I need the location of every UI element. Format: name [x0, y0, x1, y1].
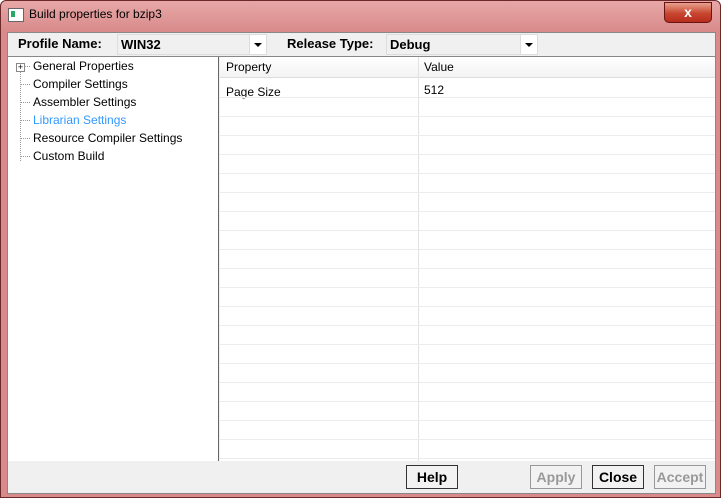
- grid-row-line: [220, 420, 715, 421]
- tree-connector: [20, 138, 30, 139]
- release-type-label: Release Type:: [287, 36, 374, 51]
- column-header-value[interactable]: Value: [424, 60, 454, 74]
- tree-item-compiler-settings[interactable]: Compiler Settings: [33, 75, 128, 93]
- grid-row-line: [220, 154, 715, 155]
- grid-row-line: [220, 439, 715, 440]
- release-type-value: Debug: [390, 37, 431, 52]
- content-panes: + General Properties Compiler Settings A…: [8, 56, 715, 461]
- tree-connector: [20, 84, 30, 85]
- window-app-icon: [8, 8, 24, 22]
- tree-connector: [20, 120, 30, 121]
- button-bar: Help Apply Close Accept: [8, 461, 715, 493]
- release-type-combo[interactable]: Debug: [386, 34, 538, 55]
- grid-row-line: [220, 192, 715, 193]
- value-cell[interactable]: 512: [424, 83, 444, 97]
- grid-row-line: [220, 211, 715, 212]
- settings-tree[interactable]: + General Properties Compiler Settings A…: [8, 57, 219, 461]
- profile-toolbar: Profile Name: WIN32 Release Type: Debug: [8, 33, 715, 55]
- tree-connector: [20, 156, 30, 157]
- build-properties-window: Build properties for bzip3 x Profile Nam…: [0, 0, 721, 498]
- property-grid[interactable]: Property Value Page Size 512: [220, 57, 715, 461]
- apply-button[interactable]: Apply: [530, 465, 582, 489]
- grid-row-line: [220, 268, 715, 269]
- chevron-down-icon[interactable]: [520, 35, 537, 54]
- grid-row-line: [220, 116, 715, 117]
- profile-name-combo[interactable]: WIN32: [117, 34, 267, 55]
- tree-item-assembler-settings[interactable]: Assembler Settings: [33, 93, 136, 111]
- grid-row-line: [220, 344, 715, 345]
- chevron-down-icon[interactable]: [249, 35, 266, 54]
- window-title: Build properties for bzip3: [29, 7, 162, 21]
- profile-name-value: WIN32: [121, 37, 161, 52]
- tree-connector: [20, 102, 30, 103]
- grid-row-line: [220, 230, 715, 231]
- window-close-button[interactable]: x: [664, 2, 712, 23]
- grid-row-line: [220, 325, 715, 326]
- profile-name-label: Profile Name:: [18, 36, 102, 51]
- tree-item-resource-compiler-settings[interactable]: Resource Compiler Settings: [33, 129, 182, 147]
- grid-row-line: [220, 135, 715, 136]
- grid-row-line: [220, 249, 715, 250]
- help-button[interactable]: Help: [406, 465, 458, 489]
- grid-row-line: [220, 363, 715, 364]
- close-button[interactable]: Close: [592, 465, 644, 489]
- tree-item-librarian-settings[interactable]: Librarian Settings: [33, 111, 126, 129]
- tree-item-custom-build[interactable]: Custom Build: [33, 147, 104, 165]
- tree-connector: [24, 66, 30, 67]
- grid-row-line: [220, 306, 715, 307]
- grid-row-line: [220, 173, 715, 174]
- tree-item-general-properties[interactable]: General Properties: [33, 57, 134, 75]
- grid-row-line: [220, 401, 715, 402]
- grid-row-line: [220, 97, 715, 98]
- grid-row-line: [220, 287, 715, 288]
- column-header-property[interactable]: Property: [226, 60, 271, 74]
- grid-row-line: [220, 458, 715, 459]
- expand-plus-icon[interactable]: +: [16, 63, 25, 72]
- grid-header: Property Value: [220, 57, 715, 78]
- title-bar[interactable]: Build properties for bzip3 x: [1, 1, 720, 29]
- accept-button[interactable]: Accept: [654, 465, 706, 489]
- grid-row-line: [220, 382, 715, 383]
- dialog-client-area: Profile Name: WIN32 Release Type: Debug …: [7, 32, 716, 494]
